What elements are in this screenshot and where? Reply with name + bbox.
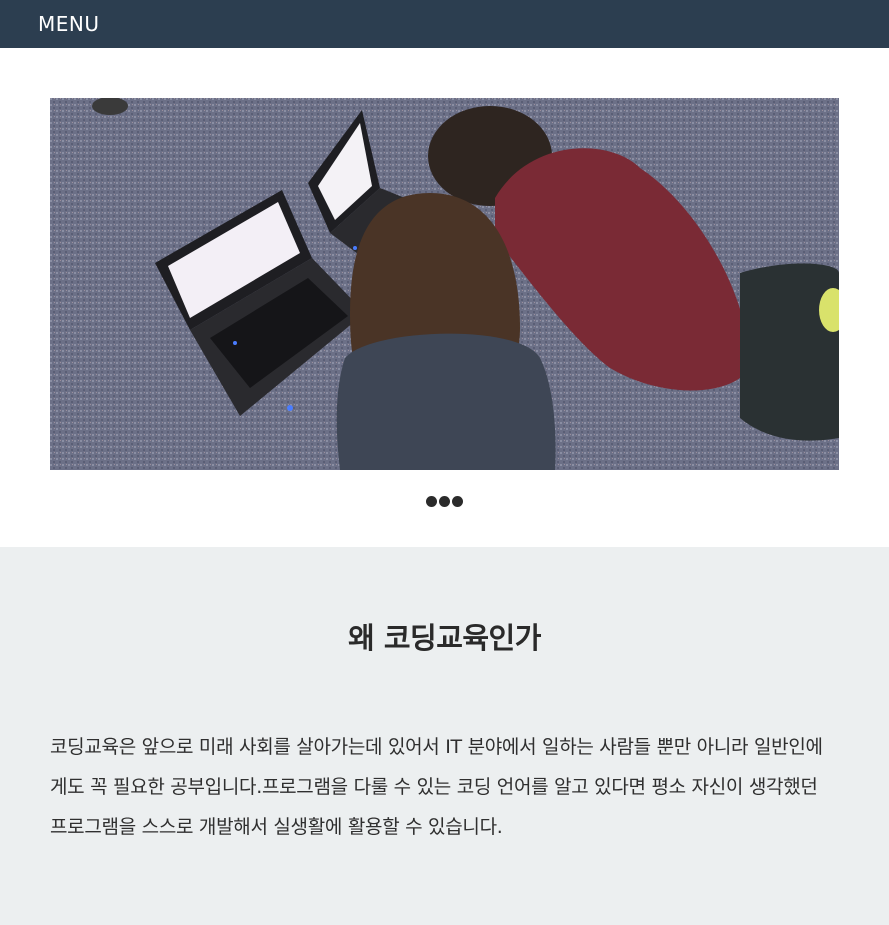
carousel-dot-1[interactable] (426, 496, 437, 507)
photo-kids-laptops-icon (50, 98, 839, 470)
carousel-dots (50, 470, 839, 547)
carousel-dot-2[interactable] (439, 496, 450, 507)
top-navbar: MENU (0, 0, 889, 48)
carousel-dot-3[interactable] (452, 496, 463, 507)
menu-button[interactable]: MENU (38, 12, 100, 36)
why-coding-section: 왜 코딩교육인가 코딩교육은 앞으로 미래 사회를 살아가는데 있어서 IT 분… (0, 547, 889, 925)
hero-section (0, 48, 889, 547)
section-body: 코딩교육은 앞으로 미래 사회를 살아가는데 있어서 IT 분야에서 일하는 사… (50, 736, 823, 838)
section-title: 왜 코딩교육인가 (348, 621, 541, 655)
hero-image (50, 98, 839, 470)
